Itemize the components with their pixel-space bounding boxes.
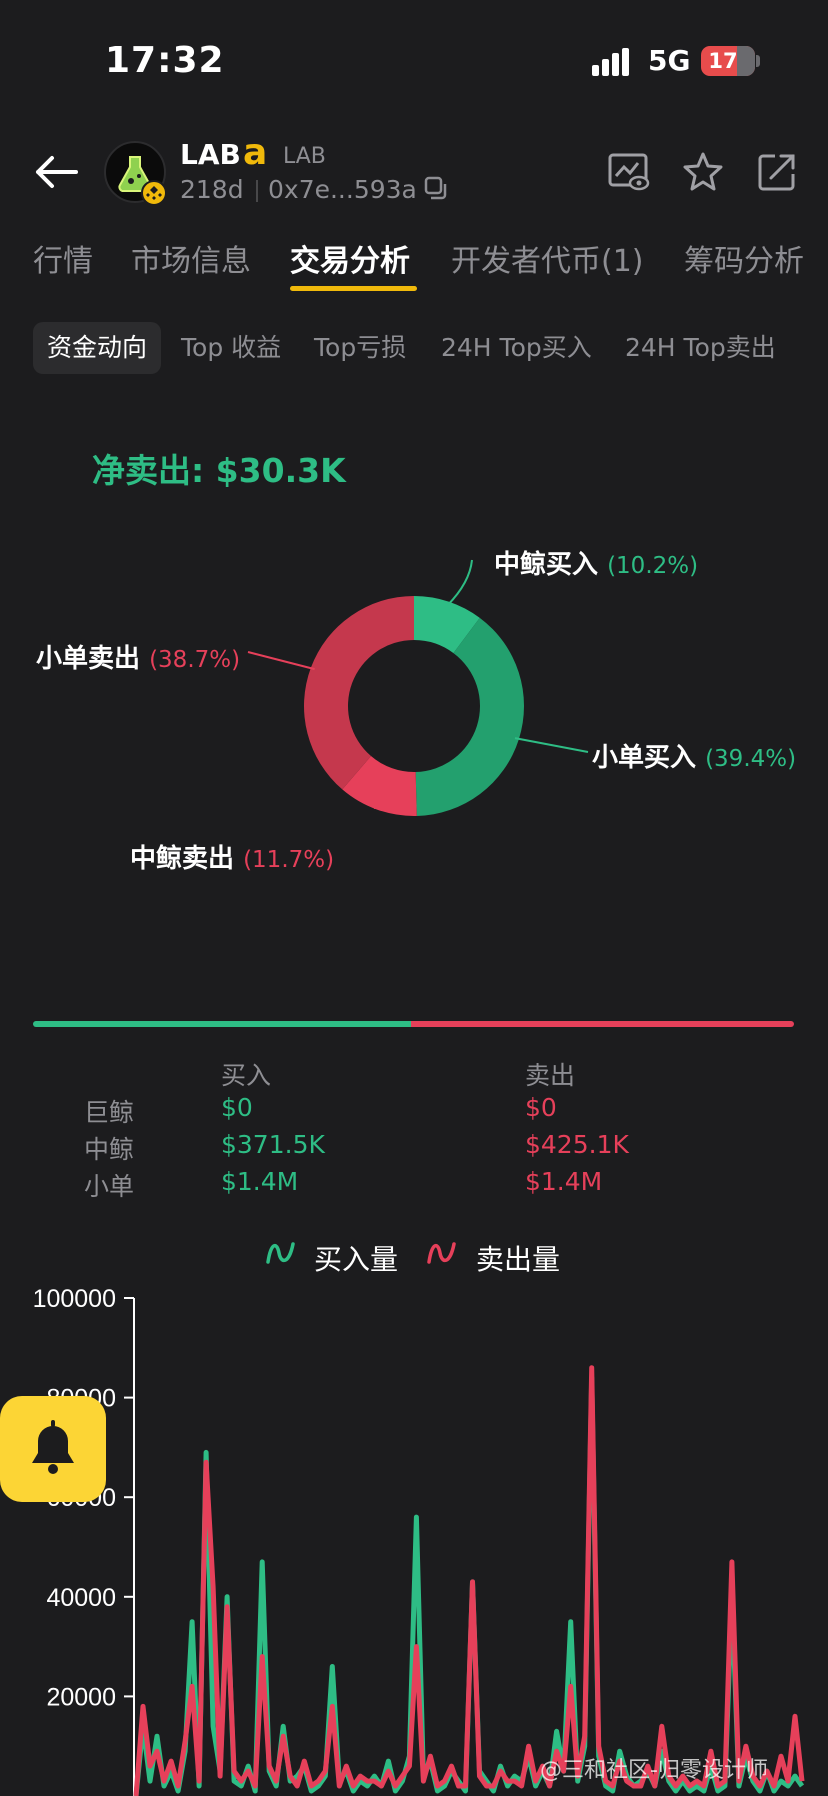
net-flow-value: 净卖出: $30.3K: [92, 451, 346, 490]
star-icon[interactable]: [681, 150, 725, 194]
legend-buy-icon[interactable]: [265, 1238, 297, 1268]
chip-24h-top-sell[interactable]: 24H Top卖出: [625, 322, 776, 374]
tab-market[interactable]: 行情: [33, 236, 93, 280]
segment-pct: (38.7%): [149, 647, 241, 673]
battery-tip: [756, 55, 760, 67]
label-mid-whale-buy: 中鲸买入 (10.2%): [494, 544, 698, 581]
signal-icon: [592, 48, 636, 76]
legend-sell-icon[interactable]: [426, 1238, 458, 1268]
buy-ratio-bar: [33, 1021, 411, 1027]
whale-sell-value: $0: [525, 1093, 557, 1122]
watermark: @三和社区-归零设计师: [540, 1758, 768, 1783]
chart-watch-icon[interactable]: [607, 150, 651, 194]
segment-name: 小单卖出: [36, 644, 141, 674]
token-name: LAB: [180, 138, 241, 171]
share-icon[interactable]: [755, 150, 799, 194]
alpha-badge: a: [243, 132, 268, 173]
chip-24h-top-buy[interactable]: 24H Top买入: [441, 322, 592, 374]
column-header-buy: 买入: [221, 1061, 272, 1090]
label-small-buy: 小单买入 (39.4%): [592, 737, 796, 774]
contract-address[interactable]: 0x7e...593a: [268, 175, 417, 204]
donut-slice-small-sell: [303, 595, 414, 790]
mid-whale-sell-value: $425.1K: [525, 1130, 629, 1159]
copy-icon[interactable]: [424, 176, 450, 202]
leader-line: [514, 737, 589, 753]
leader-line: [446, 559, 473, 607]
segment-name: 小单买入: [592, 743, 697, 773]
row-label-whale: 巨鲸: [84, 1098, 135, 1127]
segment-pct: (10.2%): [607, 553, 699, 579]
fund-flow-donut: [247, 559, 589, 817]
small-sell-value: $1.4M: [525, 1167, 603, 1196]
chain-badge-icon: [141, 180, 167, 206]
active-tab-indicator: [290, 286, 417, 291]
bell-icon: [32, 1420, 74, 1474]
donut-slice-small-buy: [415, 617, 524, 816]
whale-buy-value: $0: [221, 1093, 253, 1122]
mid-whale-buy-value: $371.5K: [221, 1130, 325, 1159]
segment-pct: (11.7%): [243, 847, 335, 873]
tab-trade-analysis[interactable]: 交易分析: [290, 236, 410, 280]
column-header-sell: 卖出: [525, 1061, 576, 1090]
network-label: 5G: [648, 44, 691, 77]
legend-sell-label[interactable]: 卖出量: [476, 1238, 560, 1278]
divider: [256, 180, 258, 202]
y-tick-label: 40000: [46, 1584, 116, 1612]
alert-bell-button[interactable]: [0, 1396, 106, 1502]
chip-top-profit[interactable]: Top 收益: [181, 322, 281, 374]
chip-top-loss[interactable]: Top亏损: [314, 322, 406, 374]
volume-chart: 10000080000600004000020000: [33, 1285, 805, 1796]
label-small-sell: 小单卖出 (38.7%): [36, 638, 240, 675]
token-symbol: LAB: [283, 144, 326, 169]
row-label-mid-whale: 中鲸: [84, 1135, 135, 1164]
chip-fund-flow[interactable]: 资金动向: [33, 322, 162, 374]
leader-line: [247, 651, 315, 671]
back-arrow-icon[interactable]: [32, 150, 80, 194]
y-tick-label: 100000: [33, 1285, 116, 1313]
sell-ratio-bar: [411, 1021, 794, 1027]
token-age: 218d: [180, 175, 244, 204]
segment-pct: (39.4%): [705, 746, 797, 772]
tab-market-info[interactable]: 市场信息: [131, 236, 251, 280]
y-tick-label: 20000: [46, 1683, 116, 1711]
status-time: 17:32: [105, 40, 225, 81]
battery-icon: 17: [701, 46, 755, 76]
tab-dev-tokens[interactable]: 开发者代币(1): [451, 236, 644, 280]
segment-name: 中鲸卖出: [130, 844, 235, 874]
small-buy-value: $1.4M: [221, 1167, 299, 1196]
tab-chip-analysis[interactable]: 筹码分析: [684, 236, 804, 280]
label-mid-whale-sell: 中鲸卖出 (11.7%): [130, 838, 334, 875]
sell-volume-line: [133, 1365, 805, 1796]
legend-buy-label[interactable]: 买入量: [314, 1238, 398, 1278]
battery-level: 17: [708, 49, 738, 73]
segment-name: 中鲸买入: [494, 550, 599, 580]
row-label-small: 小单: [84, 1172, 135, 1201]
